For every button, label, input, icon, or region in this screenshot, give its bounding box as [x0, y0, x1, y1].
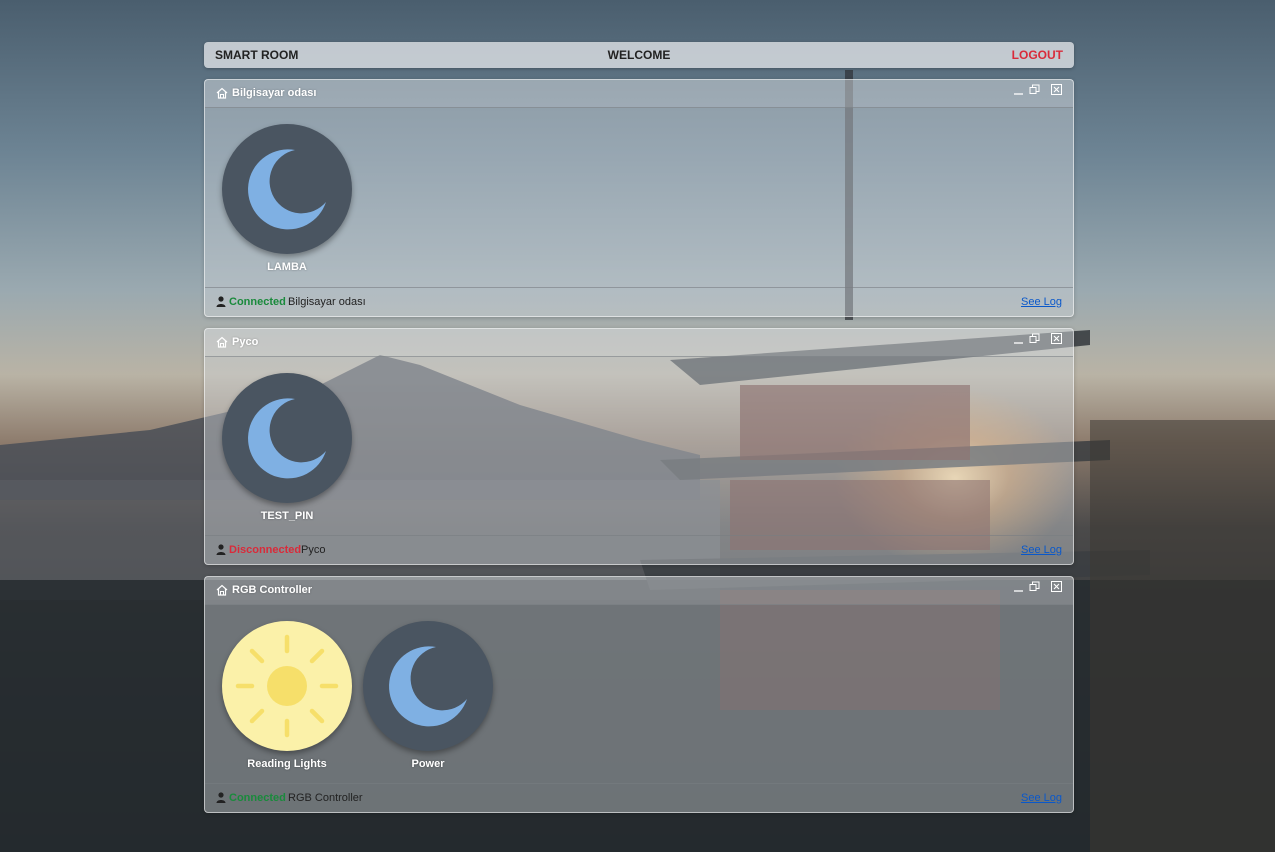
- panel-title: Pyco: [232, 336, 259, 348]
- panel-footer: Connected RGB Controller See Log: [205, 783, 1073, 812]
- device-toggle-button[interactable]: [222, 373, 352, 503]
- restore-icon[interactable]: [1029, 581, 1040, 592]
- user-icon: [216, 544, 226, 555]
- minimize-icon[interactable]: [1013, 333, 1024, 344]
- brand-title[interactable]: SMART ROOM: [215, 48, 298, 62]
- device-power: Power: [363, 621, 493, 770]
- device-label: Reading Lights: [247, 758, 327, 770]
- device-label: LAMBA: [267, 261, 307, 273]
- device-toggle-button[interactable]: [222, 621, 352, 751]
- device-toggle-button[interactable]: [222, 124, 352, 254]
- see-log-link[interactable]: See Log: [1021, 296, 1062, 308]
- room-panel-pyco: Pyco TEST_PIN Disconnected Pyco See Log: [204, 328, 1074, 565]
- close-icon[interactable]: [1051, 333, 1062, 344]
- room-panel-bilgisayar-odasi: Bilgisayar odası LAMBA Connected Bilgisa…: [204, 79, 1074, 317]
- navbar: SMART ROOM WELCOME LOGOUT: [204, 42, 1074, 68]
- home-icon: [216, 336, 228, 348]
- user-icon: [216, 792, 226, 803]
- panel-footer: Connected Bilgisayar odası See Log: [205, 287, 1073, 316]
- see-log-link[interactable]: See Log: [1021, 792, 1062, 804]
- panel-header: RGB Controller: [205, 577, 1073, 605]
- panel-header: Bilgisayar odası: [205, 80, 1073, 108]
- sun-icon: [235, 634, 339, 738]
- panel-header: Pyco: [205, 329, 1073, 357]
- restore-icon[interactable]: [1029, 84, 1040, 95]
- device-reading-lights: Reading Lights: [222, 621, 352, 770]
- home-icon: [216, 584, 228, 596]
- moon-icon: [248, 149, 326, 230]
- logout-link[interactable]: LOGOUT: [1012, 48, 1063, 62]
- home-icon: [216, 87, 228, 99]
- moon-icon: [389, 646, 467, 727]
- device-label: Power: [411, 758, 445, 770]
- restore-icon[interactable]: [1029, 333, 1040, 344]
- room-name: Pyco: [301, 544, 326, 556]
- welcome-text: WELCOME: [607, 48, 671, 62]
- user-icon: [216, 296, 226, 307]
- device-test-pin: TEST_PIN: [222, 373, 352, 522]
- room-name: RGB Controller: [288, 792, 363, 804]
- panel-title: Bilgisayar odası: [232, 87, 317, 99]
- room-name: Bilgisayar odası: [288, 296, 366, 308]
- close-icon[interactable]: [1051, 84, 1062, 95]
- minimize-icon[interactable]: [1013, 581, 1024, 592]
- see-log-link[interactable]: See Log: [1021, 544, 1062, 556]
- connection-status: Disconnected: [229, 544, 302, 556]
- device-toggle-button[interactable]: [363, 621, 493, 751]
- device-label: TEST_PIN: [260, 510, 314, 522]
- minimize-icon[interactable]: [1013, 84, 1024, 95]
- panel-title: RGB Controller: [232, 584, 313, 596]
- connection-status: Connected: [229, 792, 286, 804]
- connection-status: Connected: [229, 296, 286, 308]
- panel-footer: Disconnected Pyco See Log: [205, 535, 1073, 564]
- close-icon[interactable]: [1051, 581, 1062, 592]
- room-panel-rgb-controller: RGB Controller Reading Lights Power Conn…: [204, 576, 1074, 813]
- moon-icon: [248, 398, 326, 479]
- device-lamba: LAMBA: [222, 124, 352, 273]
